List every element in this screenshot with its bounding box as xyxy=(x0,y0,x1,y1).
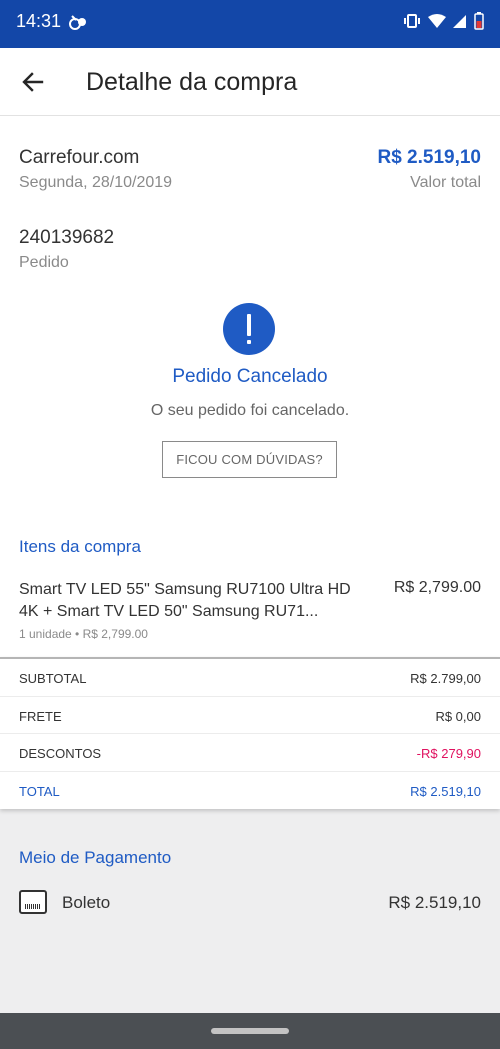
item-price: R$ 2,799.00 xyxy=(393,579,481,596)
purchase-total: R$ 2.519,10 xyxy=(377,147,481,168)
status-bar: 14:31 xyxy=(0,0,500,48)
back-arrow-icon[interactable] xyxy=(20,70,48,94)
order-status-title: Pedido Cancelado xyxy=(172,366,328,387)
battery-icon xyxy=(474,12,484,35)
notification-icon xyxy=(68,13,88,36)
total-value: R$ 2.519,10 xyxy=(410,783,481,799)
exclamation-icon xyxy=(223,303,275,355)
discount-value: -R$ 279,90 xyxy=(416,746,481,761)
discount-label: DESCONTOS xyxy=(19,746,102,761)
order-number: 240139682 xyxy=(19,227,115,248)
total-label: TOTAL xyxy=(19,783,60,799)
order-summary: SUBTOTAL R$ 2.799,00 FRETE R$ 0,00 DESCO… xyxy=(0,657,500,809)
summary-row-subtotal: SUBTOTAL R$ 2.799,00 xyxy=(0,659,500,697)
purchase-date: Segunda, 28/10/2019 xyxy=(19,174,173,191)
page-title: Detalhe da compra xyxy=(86,68,298,96)
doubts-button[interactable]: FICOU COM DÚVIDAS? xyxy=(162,441,337,478)
payment-section-title: Meio de Pagamento xyxy=(19,848,172,867)
status-time: 14:31 xyxy=(16,11,62,31)
item-quantity-detail: 1 unidade • R$ 2,799.00 xyxy=(19,627,148,641)
system-icons xyxy=(403,12,484,35)
shipping-label: FRETE xyxy=(19,708,62,724)
shipping-value: R$ 0,00 xyxy=(435,708,481,724)
wifi-icon xyxy=(428,13,446,34)
order-number-label: Pedido xyxy=(19,254,69,271)
summary-row-discount: DESCONTOS -R$ 279,90 xyxy=(0,734,500,772)
summary-row-shipping: FRETE R$ 0,00 xyxy=(0,697,500,734)
store-name: Carrefour.com xyxy=(19,147,140,168)
items-section-title: Itens da compra xyxy=(19,537,141,556)
subtotal-label: SUBTOTAL xyxy=(19,671,87,686)
signal-icon xyxy=(453,13,467,34)
navigation-bar xyxy=(0,1013,500,1049)
summary-row-total: TOTAL R$ 2.519,10 xyxy=(0,772,500,810)
barcode-boleto-icon xyxy=(19,890,47,914)
order-status-message: O seu pedido foi cancelado. xyxy=(150,402,350,419)
app-bar: Detalhe da compra xyxy=(0,48,500,116)
purchase-total-label: Valor total xyxy=(410,174,481,191)
vibrate-icon xyxy=(403,13,421,34)
payment-method: Boleto xyxy=(62,893,111,912)
payment-value: R$ 2.519,10 xyxy=(388,893,481,912)
home-gesture-handle[interactable] xyxy=(211,1028,289,1034)
item-name: Smart TV LED 55" Samsung RU7100 Ultra HD… xyxy=(19,581,351,620)
subtotal-value: R$ 2.799,00 xyxy=(410,671,481,686)
